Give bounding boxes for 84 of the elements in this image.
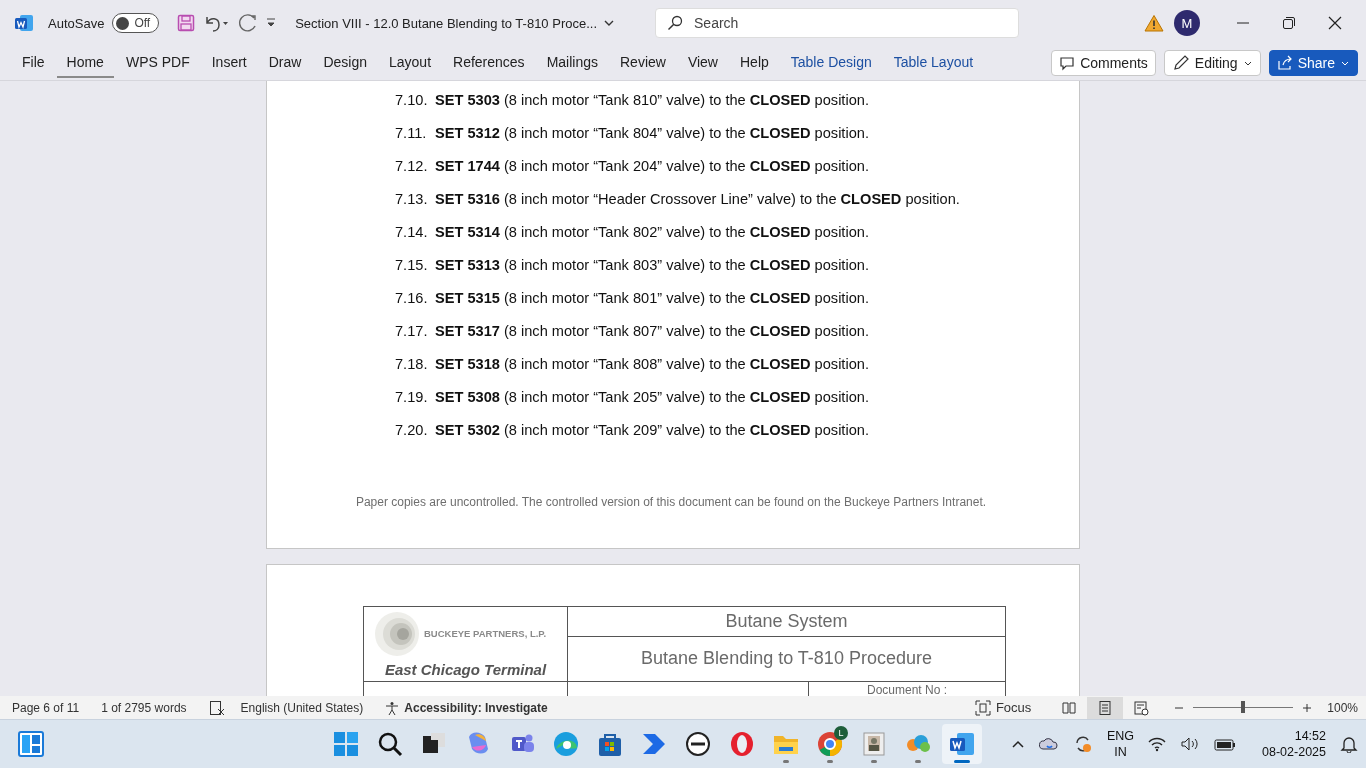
comments-button[interactable]: Comments	[1051, 50, 1156, 77]
read-view-icon[interactable]	[1061, 699, 1078, 716]
zoom-level[interactable]: 100%	[1327, 700, 1358, 715]
share-icon	[1276, 55, 1293, 72]
page-count[interactable]: Page 6 of 11	[12, 700, 80, 715]
zoom-slider-thumb[interactable]	[1241, 701, 1246, 714]
step-text: SET 5316 (8 inch motor “Header Crossover Line” valve) to the CLOSED position.	[435, 190, 960, 209]
step-number: 7.18.	[395, 355, 429, 374]
step-text: SET 5312 (8 inch motor “Tank 804” valve) to the CLOSED position.	[435, 124, 869, 143]
step-text: SET 5313 (8 inch motor “Tank 803” valve) to the CLOSED position.	[435, 256, 869, 275]
redo-icon[interactable]	[237, 13, 258, 34]
volume-icon[interactable]	[1180, 736, 1201, 753]
focus-button[interactable]: Focus	[974, 699, 1032, 716]
ribbon-tab[interactable]: Design	[313, 48, 377, 79]
footer-note: Paper copies are uncontrolled. The controlled version of this document can be found on the Buckeye Partners Intranet.	[355, 494, 987, 509]
ribbon-tab[interactable]: Review	[610, 48, 676, 79]
step-number: 7.14.	[395, 223, 429, 242]
site-name: East Chicago Terminal	[383, 660, 548, 678]
wifi-icon[interactable]	[1148, 736, 1167, 753]
table-cell: Butane System	[567, 606, 1006, 637]
step-text: SET 5315 (8 inch motor “Tank 801” valve) to the CLOSED position.	[435, 289, 869, 308]
step-text: SET 1744 (8 inch motor “Tank 204” valve) to the CLOSED position.	[435, 157, 869, 176]
ribbon-tab[interactable]: Layout	[379, 48, 442, 79]
profile-badge: L	[834, 726, 848, 741]
accessibility-status[interactable]: Accessibility: Investigate	[385, 700, 548, 715]
widgets-icon[interactable]	[18, 731, 44, 758]
close-icon[interactable]	[1328, 16, 1342, 31]
save-icon[interactable]	[177, 14, 196, 33]
company-logo-icon	[374, 610, 420, 657]
user-avatar[interactable]: M	[1174, 10, 1200, 37]
input-language[interactable]: ENG IN	[1106, 728, 1135, 761]
notification-bell-icon[interactable]	[1340, 735, 1358, 754]
step-number: 7.11.	[395, 124, 428, 143]
focus-icon	[974, 699, 991, 716]
proofing-icon[interactable]	[208, 699, 225, 716]
ribbon-tab[interactable]: Draw	[258, 48, 312, 79]
step-number: 7.20.	[395, 421, 429, 440]
step-text: SET 5318 (8 inch motor “Tank 808” valve) to the CLOSED position.	[435, 355, 869, 374]
zoom-in-icon[interactable]	[1301, 701, 1314, 714]
ribbon-tab[interactable]: Home	[56, 48, 114, 79]
autosave-label: AutoSave	[48, 15, 105, 31]
clock[interactable]: 14:52 08-02-2025	[1262, 728, 1326, 761]
web-view-icon[interactable]	[1133, 699, 1150, 716]
step-number: 7.10.	[395, 91, 429, 110]
ribbon-tab[interactable]: Help	[730, 48, 779, 79]
pencil-icon	[1171, 54, 1190, 73]
warning-icon[interactable]	[1144, 14, 1164, 33]
step-text: SET 5302 (8 inch motor “Tank 209” valve) to the CLOSED position.	[435, 421, 869, 440]
step-number: 7.12.	[395, 157, 429, 176]
language-status[interactable]: English (United States)	[240, 700, 364, 715]
word-count[interactable]: 1 of 2795 words	[101, 700, 187, 715]
undo-icon[interactable]	[203, 14, 230, 33]
restore-icon[interactable]	[1282, 16, 1296, 31]
table-cell: Butane Blending to T-810 Procedure	[567, 636, 1006, 682]
cloud-sync-icon[interactable]	[1038, 736, 1059, 753]
step-number: 7.16.	[395, 289, 429, 308]
document-title[interactable]: Section VIII - 12.0 Butane Blending to T-810 Proce...	[295, 15, 597, 31]
step-text: SET 5317 (8 inch motor “Tank 807” valve) to the CLOSED position.	[435, 322, 869, 341]
ribbon-tab[interactable]: Table Design	[780, 48, 882, 79]
ribbon-tab[interactable]: Insert	[201, 48, 257, 79]
comment-icon	[1059, 55, 1076, 72]
battery-icon[interactable]	[1214, 736, 1237, 753]
ribbon-tab[interactable]: Table Layout	[883, 48, 984, 79]
ribbon-tab[interactable]: References	[443, 48, 535, 79]
print-view-icon[interactable]	[1097, 699, 1114, 716]
editing-button[interactable]: Editing	[1163, 50, 1261, 77]
accessibility-icon	[385, 700, 400, 715]
company-name: BUCKEYE PARTNERS, L.P.	[424, 628, 547, 640]
search-icon	[667, 15, 683, 32]
step-number: 7.19.	[395, 388, 429, 407]
word-logo-icon	[14, 13, 34, 34]
step-text: SET 5308 (8 inch motor “Tank 205” valve) to the CLOSED position.	[435, 388, 869, 407]
share-button[interactable]: Share	[1268, 50, 1358, 77]
step-text: SET 5303 (8 inch motor “Tank 810” valve) to the CLOSED position.	[435, 91, 869, 110]
step-text: SET 5314 (8 inch motor “Tank 802” valve) to the CLOSED position.	[435, 223, 869, 242]
ribbon-tab[interactable]: View	[677, 48, 728, 79]
ribbon-tab[interactable]: File	[12, 48, 55, 79]
ribbon-tab[interactable]: WPS PDF	[115, 48, 200, 79]
autosave-toggle[interactable]: Off	[112, 13, 160, 34]
ribbon-tab[interactable]: Mailings	[536, 48, 608, 79]
step-number: 7.13.	[395, 190, 429, 209]
step-number: 7.15.	[395, 256, 429, 275]
search-field[interactable]: Search	[655, 8, 1019, 39]
step-number: 7.17.	[395, 322, 429, 341]
